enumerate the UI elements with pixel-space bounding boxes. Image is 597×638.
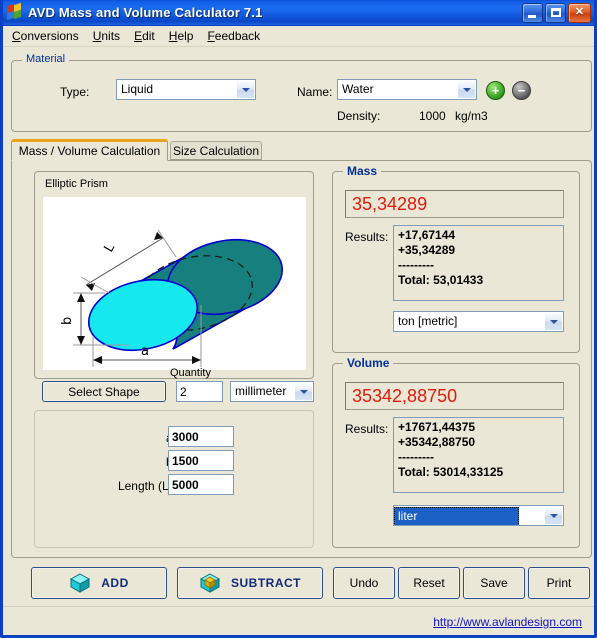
chevron-down-icon[interactable] xyxy=(294,383,312,400)
density-value: 1000 xyxy=(419,109,446,123)
cube-subtract-icon xyxy=(199,573,221,593)
tab-mass-volume-calculation[interactable]: Mass / Volume Calculation xyxy=(11,139,168,161)
reset-button-label: Reset xyxy=(413,576,445,590)
menu-bar: CConversionsonversions Units Edit Help F… xyxy=(3,26,594,47)
menu-item-feedback[interactable]: Feedback xyxy=(200,27,267,45)
dimension-label-length: L xyxy=(101,241,118,255)
material-type-combo[interactable]: Liquid xyxy=(116,79,256,100)
shape-preview-group: Elliptic Prism L b a xyxy=(34,171,314,379)
material-legend: Material xyxy=(22,53,70,65)
tab-page-mass-volume: Elliptic Prism L b a Select Shape Quanti… xyxy=(11,160,592,558)
add-button[interactable]: ADD xyxy=(31,567,167,599)
mass-result-row: --------- xyxy=(398,258,434,272)
undo-button[interactable]: Undo xyxy=(333,567,395,599)
select-shape-button[interactable]: Select Shape xyxy=(42,381,166,402)
dimensions-group: a = b = Length (L) = xyxy=(34,410,314,548)
shape-diagram: L b a xyxy=(43,197,306,370)
shape-name-label: Elliptic Prism xyxy=(45,178,108,190)
quantity-unit-combo[interactable]: millimeter xyxy=(230,381,314,402)
dimension-length-label: Length (L) = xyxy=(117,479,183,493)
material-name-value: Water xyxy=(342,82,374,96)
application-window: AVD Mass and Volume Calculator 7.1 ✕ CCo… xyxy=(0,0,597,638)
app-blocks-icon xyxy=(7,2,24,21)
mass-results-list[interactable]: +17,67144 +35,34289 --------- Total: 53,… xyxy=(393,225,564,301)
mass-group: Mass 35,34289 Results: +17,67144 +35,342… xyxy=(332,164,580,353)
dimension-a-input[interactable] xyxy=(168,426,234,447)
remove-material-icon[interactable]: − xyxy=(512,81,531,100)
tab-label: Size Calculation xyxy=(172,143,260,158)
tab-label: Mass / Volume Calculation xyxy=(18,144,161,158)
volume-value: 35342,88750 xyxy=(345,382,564,410)
menu-item-help[interactable]: Help xyxy=(162,27,201,45)
save-button[interactable]: Save xyxy=(463,567,525,599)
status-bar: http://www.avlandesign.com xyxy=(3,606,594,635)
volume-result-row: +17671,44375 xyxy=(398,420,476,434)
chevron-down-icon[interactable] xyxy=(236,81,254,98)
add-material-icon[interactable]: + xyxy=(486,81,505,100)
chevron-down-icon[interactable] xyxy=(457,81,475,98)
chevron-down-icon[interactable] xyxy=(544,507,562,524)
material-type-label: Type: xyxy=(60,85,90,99)
mass-unit-value: ton [metric] xyxy=(398,314,458,328)
quantity-unit-value: millimeter xyxy=(235,384,287,398)
dimension-label-b: b xyxy=(60,317,75,325)
volume-results-label: Results: xyxy=(345,422,389,436)
undo-button-label: Undo xyxy=(349,576,379,590)
volume-results-list[interactable]: +17671,44375 +35342,88750 --------- Tota… xyxy=(393,417,564,493)
material-name-label: Name: xyxy=(297,85,333,99)
quantity-label: Quantity xyxy=(170,367,211,379)
mass-value: 35,34289 xyxy=(345,190,564,218)
quantity-input[interactable] xyxy=(176,381,223,402)
density-unit: kg/m3 xyxy=(455,109,488,123)
add-button-label: ADD xyxy=(101,576,129,590)
density-label: Density: xyxy=(337,109,381,123)
elliptic-prism-illustration: L b a xyxy=(60,229,284,367)
material-name-combo[interactable]: Water xyxy=(337,79,477,100)
dimension-b-input[interactable] xyxy=(168,450,234,471)
title-bar: AVD Mass and Volume Calculator 7.1 ✕ xyxy=(3,0,594,26)
select-shape-label: Select Shape xyxy=(68,384,140,399)
menu-item-edit[interactable]: Edit xyxy=(127,27,162,45)
volume-unit-combo[interactable]: liter xyxy=(393,505,564,526)
dimension-length-input[interactable] xyxy=(168,474,234,495)
maximize-button[interactable] xyxy=(545,2,566,23)
mass-result-row: +35,34289 xyxy=(398,243,456,257)
save-button-label: Save xyxy=(480,576,508,590)
menu-item-conversions[interactable]: CConversionsonversions xyxy=(5,27,86,45)
mass-unit-combo[interactable]: ton [metric] xyxy=(393,311,564,332)
volume-result-row: --------- xyxy=(398,450,434,464)
window-controls: ✕ xyxy=(522,2,591,23)
mass-legend: Mass xyxy=(343,164,382,178)
chevron-down-icon[interactable] xyxy=(544,313,562,330)
volume-unit-value: liter xyxy=(394,507,519,525)
window-title: AVD Mass and Volume Calculator 7.1 xyxy=(28,5,263,20)
dimension-label-a: a xyxy=(141,344,149,359)
subtract-button[interactable]: SUBTRACT xyxy=(177,567,323,599)
menu-item-units[interactable]: Units xyxy=(86,27,127,45)
volume-result-row: +35342,88750 xyxy=(398,435,476,449)
tab-size-calculation[interactable]: Size Calculation xyxy=(170,141,262,160)
volume-legend: Volume xyxy=(343,356,394,370)
material-type-value: Liquid xyxy=(121,82,154,96)
cube-icon xyxy=(70,573,91,593)
close-button[interactable]: ✕ xyxy=(568,2,591,23)
minimize-button[interactable] xyxy=(522,2,543,23)
website-link[interactable]: http://www.avlandesign.com xyxy=(433,615,582,629)
volume-result-total: Total: 53014,33125 xyxy=(398,465,504,479)
mass-result-total: Total: 53,01433 xyxy=(398,273,484,287)
mass-result-row: +17,67144 xyxy=(398,228,456,242)
print-button-label: Print xyxy=(546,576,572,590)
reset-button[interactable]: Reset xyxy=(398,567,460,599)
subtract-button-label: SUBTRACT xyxy=(231,576,301,590)
material-group: Material Type: Liquid Name: Water + − De… xyxy=(11,53,592,132)
volume-group: Volume 35342,88750 Results: +17671,44375… xyxy=(332,356,580,548)
print-button[interactable]: Print xyxy=(528,567,590,599)
mass-results-label: Results: xyxy=(345,230,389,244)
tab-strip: Mass / Volume Calculation Size Calculati… xyxy=(11,139,592,161)
